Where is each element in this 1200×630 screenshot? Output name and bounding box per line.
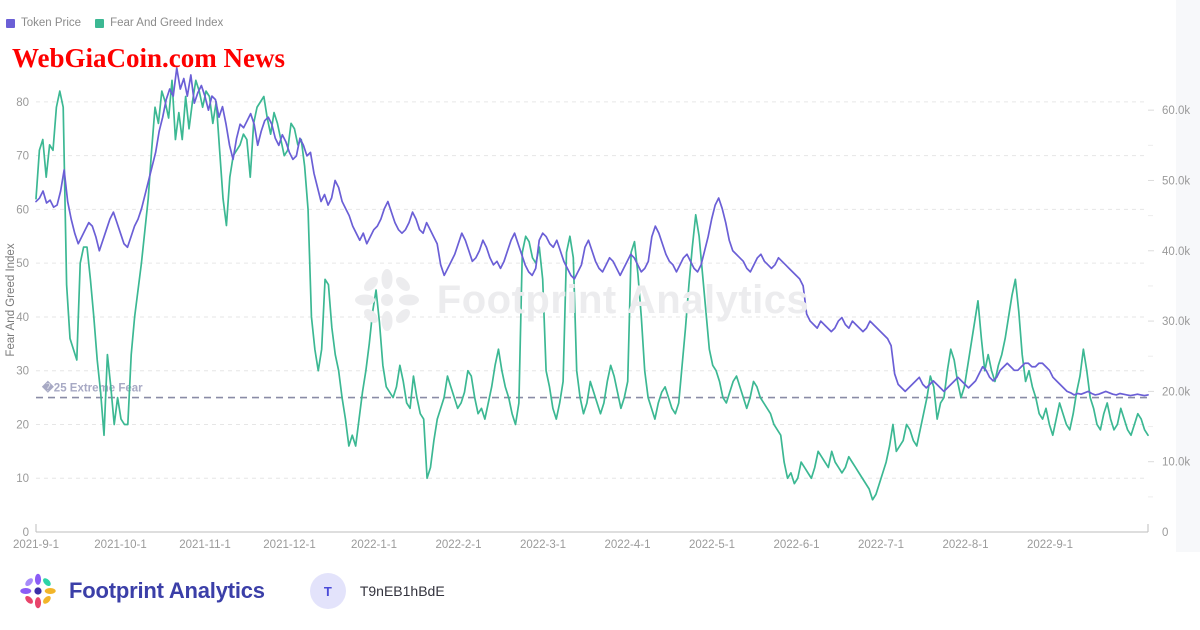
user-name: T9nEB1hBdE <box>359 583 445 599</box>
brand-name: Footprint Analytics <box>69 578 265 603</box>
y2-tick-label: 20.0k <box>1162 386 1190 398</box>
x-tick-label: 2022-2-1 <box>435 539 481 551</box>
y-tick-label: 0 <box>23 527 29 539</box>
x-axis-labels: 2021-9-1 2021-10-1 2021-11-1 2021-12-1 2022-… <box>13 539 1073 551</box>
y2-tick-label: 10.0k <box>1162 457 1190 469</box>
footprint-brand[interactable]: Footprint Analytics <box>18 572 265 610</box>
y-axis-labels: 0 10 20 30 40 50 60 70 80 <box>16 97 29 539</box>
y2-tick-label: 30.0k <box>1162 316 1190 328</box>
y-tick-label: 10 <box>16 473 29 485</box>
chart-page: Token Price Fear And Greed Index WebGiaC… <box>0 0 1200 630</box>
x-tick-label: 2022-1-1 <box>351 539 397 551</box>
x-tick-label: 2022-4-1 <box>604 539 650 551</box>
overlay-title: WebGiaCoin.com News <box>12 43 285 73</box>
y-tick-label: 50 <box>16 258 29 270</box>
x-tick-label: 2022-9-1 <box>1027 539 1073 551</box>
avatar: T <box>309 573 346 609</box>
x-tick-label: 2022-8-1 <box>942 539 988 551</box>
x-tick-label: 2022-5-1 <box>689 539 735 551</box>
pinwheel-logo-icon <box>20 573 56 609</box>
x-tick-label: 2021-9-1 <box>13 539 59 551</box>
y2-tick-label: 60.0k <box>1162 105 1190 117</box>
footer-bar: Footprint Analytics T T9nEB1hBdE <box>0 552 1200 630</box>
y2-tick-label: 50.0k <box>1162 175 1190 187</box>
x-tick-label: 2022-7-1 <box>858 539 904 551</box>
x-tick-label: 2022-6-1 <box>773 539 819 551</box>
y-tick-label: 20 <box>16 419 29 431</box>
y-tick-label: 70 <box>16 151 29 163</box>
x-tick-label: 2021-12-1 <box>263 539 315 551</box>
x-tick-label: 2021-10-1 <box>94 539 146 551</box>
x-tick-label: 2021-11-1 <box>179 539 231 551</box>
y-axis-title: Fear And Greed Index <box>5 243 17 356</box>
user-block[interactable]: T T9nEB1hBdE <box>309 573 445 609</box>
plot-area: 0 10 20 30 40 50 60 70 80 0 10.0k 20.0k 30.0k 40.0k 5… <box>0 0 1200 630</box>
series-line-fear-and-greed-index <box>35 79 1149 501</box>
chart-svg: 0 10 20 30 40 50 60 70 80 0 10.0k 20.0k 30.0k 40.0k 5… <box>5 67 1190 551</box>
y-tick-label: 80 <box>16 97 29 109</box>
x-tick-label: 2022-3-1 <box>520 539 566 551</box>
y2-axis-labels: 0 10.0k 20.0k 30.0k 40.0k 50.0k 60.0k <box>1148 105 1190 539</box>
series-lines <box>35 67 1149 501</box>
threshold-label: �25 Extreme Fear <box>41 380 143 395</box>
axis-lines <box>35 524 1149 533</box>
y-tick-label: 60 <box>16 204 29 216</box>
y2-tick-label: 40.0k <box>1162 246 1190 258</box>
y-tick-label: 30 <box>16 366 29 378</box>
y-tick-label: 40 <box>16 312 29 324</box>
series-line-token-price <box>35 67 1149 397</box>
gridlines <box>36 101 1148 479</box>
y2-tick-label: 0 <box>1162 527 1168 539</box>
